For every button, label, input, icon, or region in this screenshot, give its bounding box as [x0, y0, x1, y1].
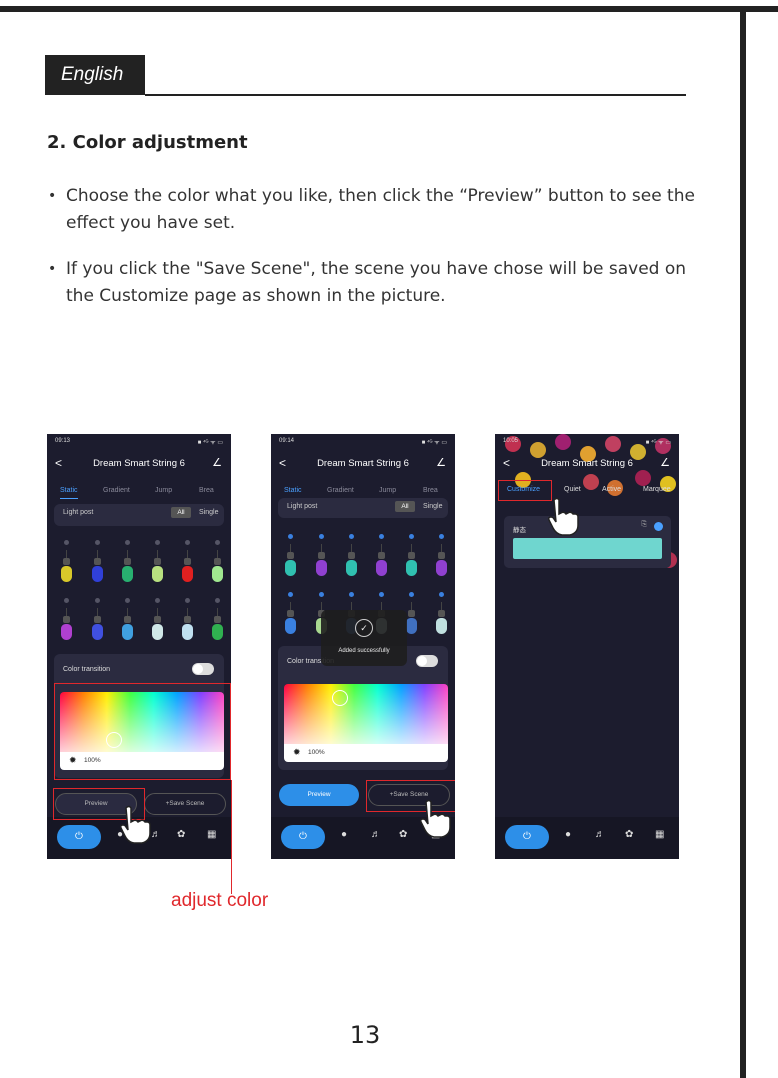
page-number: 13: [349, 1021, 381, 1049]
callout-label: adjust color: [171, 890, 269, 911]
status-time: 10:05: [503, 438, 519, 444]
language-label: English: [61, 64, 124, 85]
light-post-panel: Light post All Single: [54, 504, 224, 526]
status-icons: ■ ⁴ᴳ ᯤ ▭: [421, 440, 447, 446]
bullet-item: • Choose the color what you like, then c…: [48, 183, 708, 237]
music-icon[interactable]: ♬: [371, 829, 381, 840]
light-post-label: Light post: [287, 503, 318, 510]
status-icons: ■ ⁴ᴳ ᯤ ▭: [645, 440, 671, 446]
bullet-text: If you click the "Save Scene", the scene…: [66, 259, 687, 306]
tab-quiet[interactable]: Quiet: [564, 486, 581, 493]
palette-icon[interactable]: ✿: [625, 829, 633, 840]
highlight-color-area: [54, 683, 231, 780]
app-header: < Dream Smart String 6 ∠: [271, 456, 455, 476]
device-title: Dream Smart String 6: [93, 458, 185, 469]
bullet-dot: •: [48, 188, 57, 204]
color-picker-ring[interactable]: [332, 690, 348, 706]
power-icon[interactable]: ⏻: [57, 825, 101, 849]
tab-active[interactable]: Active: [602, 486, 621, 493]
top-border: [0, 6, 778, 12]
status-bar: 10:05 ■ ⁴ᴳ ᯤ ▭: [495, 434, 679, 448]
saved-scene-card[interactable]: 静态 ⎘: [504, 516, 671, 568]
palette-icon[interactable]: ✿: [399, 829, 407, 840]
section-heading: 2. Color adjustment: [47, 132, 248, 153]
edit-icon[interactable]: ∠: [436, 456, 446, 469]
status-bar: 09:13 ■ ⁴ᴳ ᯤ ▭: [47, 434, 231, 448]
color-transition-toggle[interactable]: [192, 663, 214, 675]
status-time: 09:14: [279, 438, 295, 444]
tab-underline: [60, 498, 78, 499]
bulb-row: [57, 540, 227, 602]
highlight-customize-tab: [498, 480, 552, 501]
scene-name: 静态: [513, 527, 526, 534]
color-transition-toggle[interactable]: [416, 655, 438, 667]
bullet-dot: •: [48, 261, 57, 277]
tab-breath[interactable]: Brea: [199, 487, 214, 494]
device-title: Dream Smart String 6: [317, 458, 409, 469]
status-time: 09:13: [55, 438, 71, 444]
hand-pointer-icon: [548, 497, 579, 536]
tab-jump[interactable]: Jump: [379, 487, 396, 494]
power-icon[interactable]: ⏻: [281, 825, 325, 849]
phone-screenshot-customize: 10:05 ■ ⁴ᴳ ᯤ ▭ < Dream Smart String 6 ∠ …: [495, 434, 679, 859]
grid-icon[interactable]: ▦: [207, 829, 216, 840]
preview-button[interactable]: Preview: [279, 784, 359, 806]
grid-icon[interactable]: ▦: [655, 829, 664, 840]
hand-pointer-icon: [120, 805, 151, 844]
save-scene-button[interactable]: +Save Scene: [144, 793, 226, 815]
header-rule: [145, 94, 686, 96]
status-icons: ■ ⁴ᴳ ᯤ ▭: [197, 440, 223, 446]
device-title: Dream Smart String 6: [541, 458, 633, 469]
app-header: < Dream Smart String 6 ∠: [47, 456, 231, 476]
sun-icon: ✹: [293, 747, 301, 757]
edit-icon[interactable]: ∠: [660, 456, 670, 469]
tab-gradient[interactable]: Gradient: [327, 487, 354, 494]
tab-jump[interactable]: Jump: [155, 487, 172, 494]
share-icon[interactable]: ⎘: [641, 521, 647, 529]
tab-static[interactable]: Static: [284, 487, 302, 494]
edit-icon[interactable]: ∠: [212, 456, 222, 469]
palette-icon[interactable]: ✿: [177, 829, 185, 840]
language-tab: English: [45, 55, 145, 95]
music-icon[interactable]: ♬: [595, 829, 605, 840]
bulb-nav-icon[interactable]: ●: [565, 829, 571, 840]
tab-gradient[interactable]: Gradient: [103, 487, 130, 494]
light-post-label: Light post: [63, 509, 94, 516]
all-button[interactable]: All: [395, 501, 415, 512]
tab-static[interactable]: Static: [60, 487, 78, 494]
single-button[interactable]: Single: [199, 509, 218, 516]
bullet-text: Choose the color what you like, then cli…: [66, 186, 695, 233]
toast-message: Added successfully: [338, 648, 390, 654]
right-border: [740, 12, 746, 1078]
tab-marquee[interactable]: Marquee: [643, 486, 671, 493]
bulb-row: [281, 534, 451, 596]
bulb-nav-icon[interactable]: ●: [341, 829, 347, 840]
success-toast: ✓ Added successfully: [321, 610, 407, 666]
mode-tabs: Static Gradient Jump Brea: [271, 484, 455, 499]
scene-color-swatch: [513, 538, 662, 559]
power-icon[interactable]: ⏻: [505, 825, 549, 849]
music-icon[interactable]: ♬: [151, 829, 161, 840]
color-transition-label: Color transition: [63, 666, 111, 673]
brightness-value: 100%: [308, 749, 325, 756]
hand-pointer-icon: [420, 799, 451, 838]
phone-screenshot-saved: 09:14 ■ ⁴ᴳ ᯤ ▭ < Dream Smart String 6 ∠ …: [271, 434, 455, 859]
tab-breath[interactable]: Brea: [423, 487, 438, 494]
status-bar: 09:14 ■ ⁴ᴳ ᯤ ▭: [271, 434, 455, 448]
bulb-row: [57, 598, 227, 660]
apply-icon[interactable]: [654, 522, 663, 531]
brightness-bar[interactable]: ✹ 100%: [284, 744, 448, 762]
bottom-nav: ⏻ ● ♬ ✿ ▦: [495, 817, 679, 859]
single-button[interactable]: Single: [423, 503, 442, 510]
callout-line: [231, 780, 232, 894]
phone-screenshot-static: 09:13 ■ ⁴ᴳ ᯤ ▭ < Dream Smart String 6 ∠ …: [47, 434, 231, 859]
checkmark-icon: ✓: [355, 619, 373, 637]
bullet-item: • If you click the "Save Scene", the sce…: [48, 256, 708, 310]
all-button[interactable]: All: [171, 507, 191, 518]
app-header: < Dream Smart String 6 ∠: [495, 456, 679, 476]
mode-tabs: Static Gradient Jump Brea: [47, 484, 231, 499]
light-post-panel: Light post All Single: [278, 498, 448, 518]
